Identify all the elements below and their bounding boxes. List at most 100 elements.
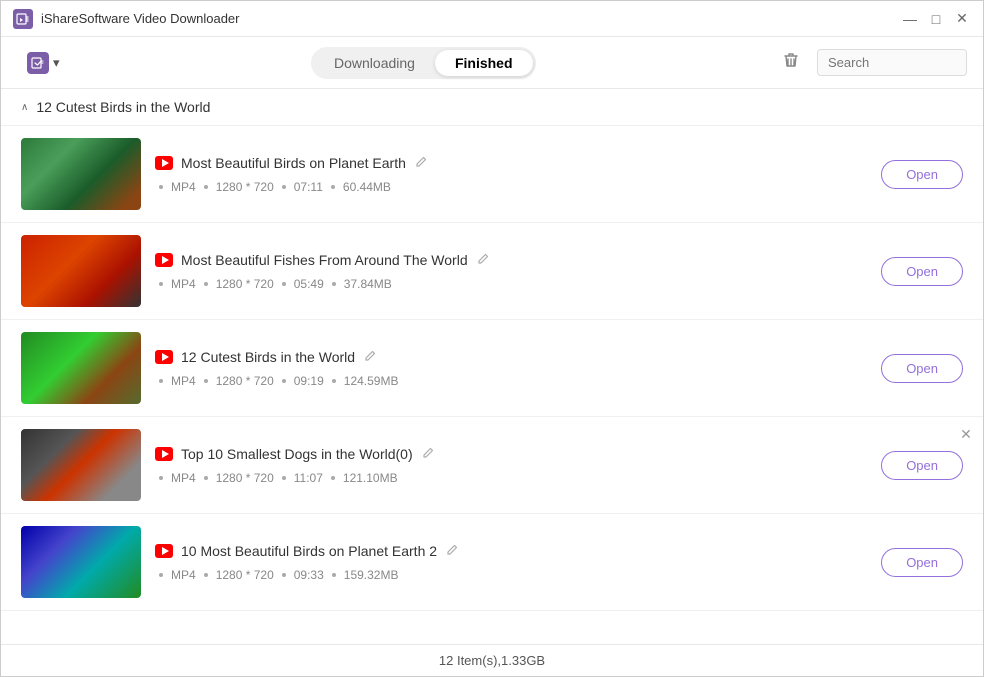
- video-meta: MP4 1280 * 720 11:07 121.10MB: [155, 471, 867, 485]
- youtube-icon: [155, 447, 173, 461]
- edit-icon[interactable]: [414, 155, 428, 172]
- toolbar: ▾ Downloading Finished: [1, 37, 983, 89]
- video-meta: MP4 1280 * 720 09:33 159.32MB: [155, 568, 867, 582]
- meta-dot: [332, 282, 336, 286]
- close-button[interactable]: ✕: [953, 10, 971, 28]
- meta-dot: [282, 573, 286, 577]
- video-title-row: Most Beautiful Birds on Planet Earth: [155, 155, 867, 172]
- video-item: 12 Cutest Birds in the World MP4 1280 * …: [1, 320, 983, 417]
- collapse-icon[interactable]: ∧: [21, 102, 28, 113]
- meta-dot: [282, 282, 286, 286]
- meta-resolution: 1280 * 720: [216, 568, 274, 582]
- video-meta: MP4 1280 * 720 09:19 124.59MB: [155, 374, 867, 388]
- open-button[interactable]: Open: [881, 257, 963, 286]
- meta-resolution: 1280 * 720: [216, 471, 274, 485]
- open-button[interactable]: Open: [881, 354, 963, 383]
- video-thumbnail: [21, 332, 141, 404]
- video-title: Top 10 Smallest Dogs in the World(0): [181, 446, 413, 462]
- add-download-icon: [27, 52, 49, 74]
- edit-icon[interactable]: [363, 349, 377, 366]
- video-list: Most Beautiful Birds on Planet Earth MP4…: [1, 126, 983, 611]
- video-title-row: Most Beautiful Fishes From Around The Wo…: [155, 252, 867, 269]
- window-controls: — □ ✕: [901, 10, 971, 28]
- meta-dot: [332, 573, 336, 577]
- open-button[interactable]: Open: [881, 160, 963, 189]
- meta-format: MP4: [171, 471, 196, 485]
- meta-dot: [159, 573, 163, 577]
- meta-size: 60.44MB: [343, 180, 391, 194]
- search-input[interactable]: [817, 49, 967, 76]
- youtube-icon: [155, 253, 173, 267]
- video-title-row: Top 10 Smallest Dogs in the World(0): [155, 446, 867, 463]
- meta-size: 159.32MB: [344, 568, 399, 582]
- meta-size: 37.84MB: [344, 277, 392, 291]
- delete-button[interactable]: [777, 46, 805, 79]
- tab-downloading[interactable]: Downloading: [314, 50, 435, 76]
- meta-format: MP4: [171, 568, 196, 582]
- meta-duration: 11:07: [294, 471, 323, 485]
- edit-icon[interactable]: [445, 543, 459, 560]
- video-item: 10 Most Beautiful Birds on Planet Earth …: [1, 514, 983, 611]
- video-item: Most Beautiful Birds on Planet Earth MP4…: [1, 126, 983, 223]
- title-bar: iShareSoftware Video Downloader — □ ✕: [1, 1, 983, 37]
- content-area: ∧ 12 Cutest Birds in the World Most Beau…: [1, 89, 983, 644]
- meta-dot: [332, 379, 336, 383]
- video-info: 12 Cutest Birds in the World MP4 1280 * …: [155, 349, 867, 388]
- meta-dot: [159, 476, 163, 480]
- title-bar-left: iShareSoftware Video Downloader: [13, 9, 240, 29]
- video-meta: MP4 1280 * 720 05:49 37.84MB: [155, 277, 867, 291]
- video-info: Top 10 Smallest Dogs in the World(0) MP4…: [155, 446, 867, 485]
- tab-toggle: Downloading Finished: [311, 47, 536, 79]
- meta-format: MP4: [171, 277, 196, 291]
- meta-dot: [331, 476, 335, 480]
- app-icon: [13, 9, 33, 29]
- meta-resolution: 1280 * 720: [216, 277, 274, 291]
- meta-dot: [159, 282, 163, 286]
- meta-duration: 05:49: [294, 277, 324, 291]
- meta-format: MP4: [171, 180, 196, 194]
- remove-item-button[interactable]: ✕: [957, 425, 975, 443]
- video-title-row: 10 Most Beautiful Birds on Planet Earth …: [155, 543, 867, 560]
- meta-dot: [204, 476, 208, 480]
- meta-resolution: 1280 * 720: [216, 374, 274, 388]
- video-item: Top 10 Smallest Dogs in the World(0) MP4…: [1, 417, 983, 514]
- meta-dot: [331, 185, 335, 189]
- group-header: ∧ 12 Cutest Birds in the World: [1, 89, 983, 126]
- meta-dot: [282, 476, 286, 480]
- video-meta: MP4 1280 * 720 07:11 60.44MB: [155, 180, 867, 194]
- add-download-button[interactable]: ▾: [17, 46, 70, 80]
- youtube-icon: [155, 350, 173, 364]
- meta-size: 124.59MB: [344, 374, 399, 388]
- open-button[interactable]: Open: [881, 548, 963, 577]
- status-bar: 12 Item(s),1.33GB: [1, 644, 983, 676]
- video-item: Most Beautiful Fishes From Around The Wo…: [1, 223, 983, 320]
- video-title: Most Beautiful Birds on Planet Earth: [181, 155, 406, 171]
- meta-format: MP4: [171, 374, 196, 388]
- minimize-button[interactable]: —: [901, 10, 919, 28]
- tab-finished[interactable]: Finished: [435, 50, 533, 76]
- meta-dot: [159, 379, 163, 383]
- video-info: Most Beautiful Birds on Planet Earth MP4…: [155, 155, 867, 194]
- edit-icon[interactable]: [421, 446, 435, 463]
- meta-dot: [282, 379, 286, 383]
- video-thumbnail: [21, 429, 141, 501]
- toolbar-right: [777, 46, 967, 79]
- maximize-button[interactable]: □: [927, 10, 945, 28]
- meta-dot: [204, 185, 208, 189]
- video-thumbnail: [21, 235, 141, 307]
- open-button[interactable]: Open: [881, 451, 963, 480]
- meta-resolution: 1280 * 720: [216, 180, 274, 194]
- meta-dot: [204, 573, 208, 577]
- status-text: 12 Item(s),1.33GB: [439, 653, 545, 668]
- meta-duration: 09:33: [294, 568, 324, 582]
- meta-duration: 09:19: [294, 374, 324, 388]
- meta-dot: [204, 379, 208, 383]
- video-info: 10 Most Beautiful Birds on Planet Earth …: [155, 543, 867, 582]
- video-title: Most Beautiful Fishes From Around The Wo…: [181, 252, 468, 268]
- video-title: 12 Cutest Birds in the World: [181, 349, 355, 365]
- video-thumbnail: [21, 138, 141, 210]
- video-info: Most Beautiful Fishes From Around The Wo…: [155, 252, 867, 291]
- meta-dot: [204, 282, 208, 286]
- edit-icon[interactable]: [476, 252, 490, 269]
- youtube-icon: [155, 156, 173, 170]
